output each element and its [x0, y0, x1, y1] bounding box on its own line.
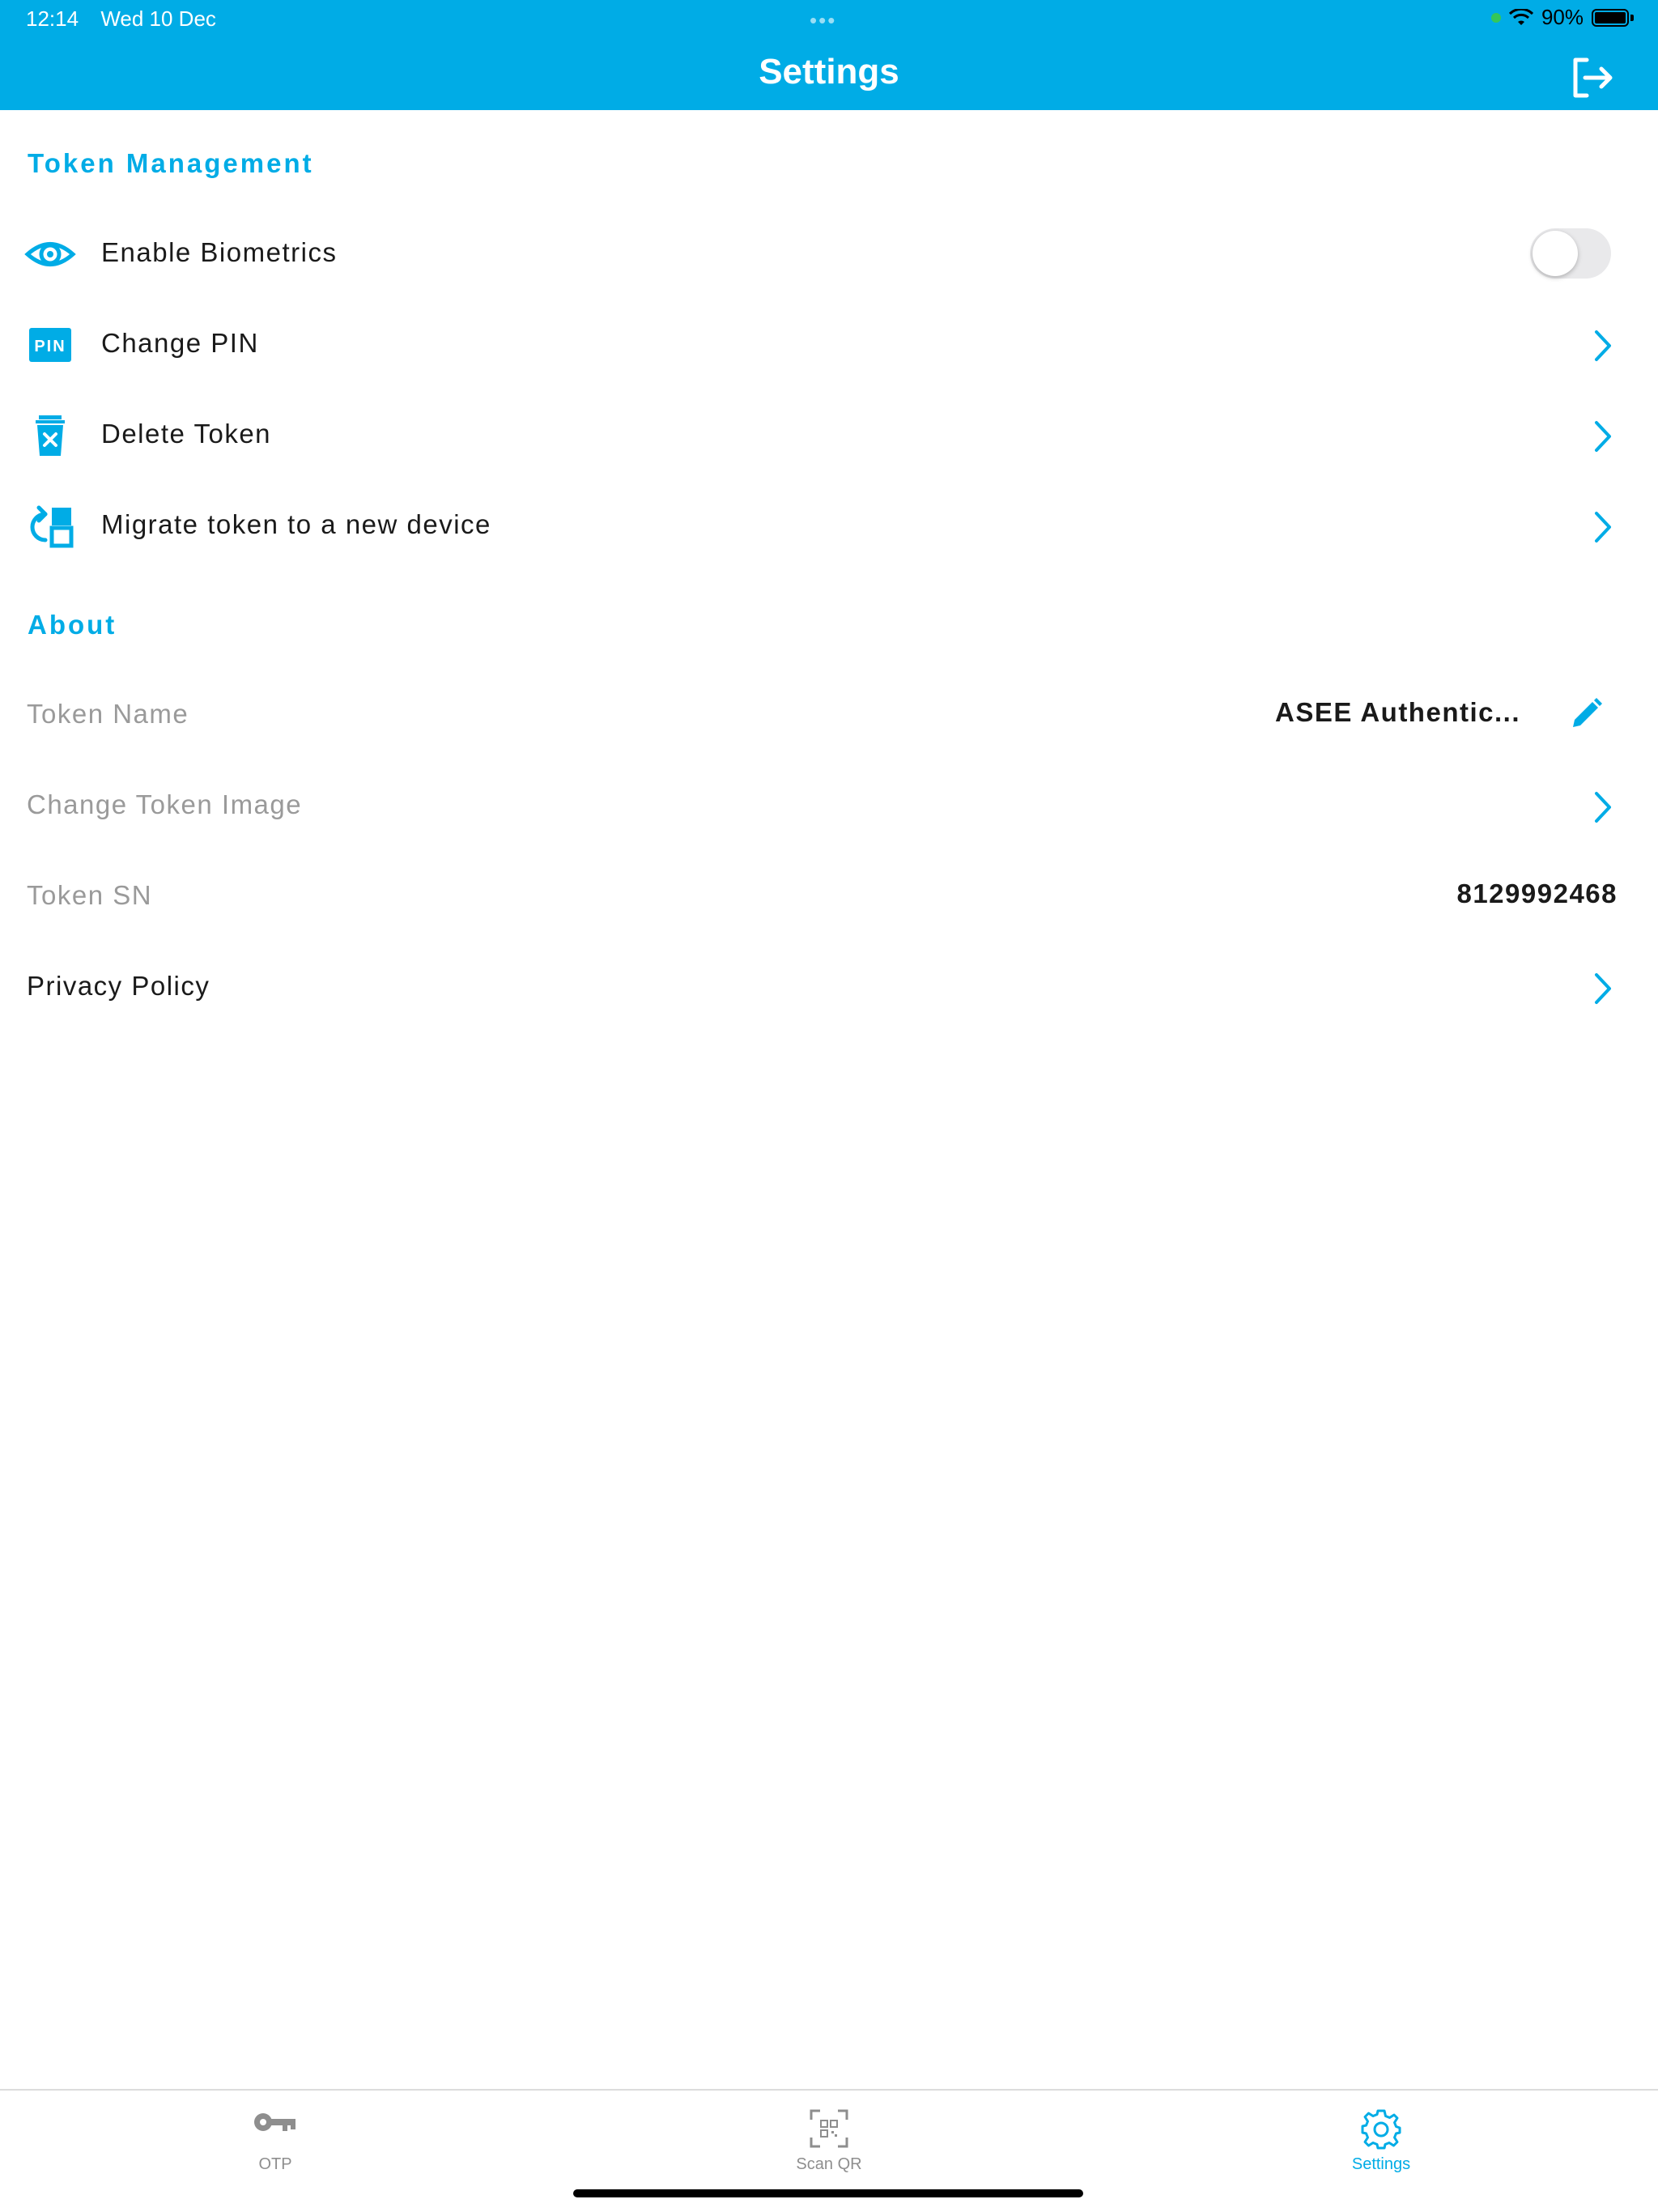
battery-icon: [1592, 8, 1629, 27]
status-time: 12:14: [26, 6, 79, 31]
migrate-token-label: Migrate token to a new device: [101, 509, 491, 539]
enable-biometrics-label: Enable Biometrics: [101, 237, 338, 267]
wifi-icon: [1508, 8, 1533, 25]
chevron-right-icon: [1595, 973, 1611, 1004]
tab-otp[interactable]: OTP: [154, 2091, 397, 2188]
status-bar-right: 90%: [1490, 5, 1634, 30]
change-pin-row[interactable]: PIN Change PIN: [0, 300, 1658, 390]
migrate-device-icon: [30, 505, 74, 548]
token-name-label: Token Name: [27, 699, 189, 729]
status-bar-left: 12:14 Wed 10 Dec: [26, 6, 232, 32]
delete-token-row[interactable]: Delete Token: [0, 390, 1658, 481]
change-token-image-row[interactable]: Change Token Image: [0, 761, 1658, 852]
svg-text:PIN: PIN: [34, 338, 66, 355]
chevron-right-icon: [1595, 421, 1611, 452]
biometrics-toggle[interactable]: [1530, 228, 1611, 279]
change-token-image-label: Change Token Image: [27, 789, 303, 819]
multitasking-dots[interactable]: •••: [810, 8, 836, 33]
section-title-token-management: Token Management: [28, 148, 314, 178]
qr-scan-icon: [810, 2109, 848, 2148]
token-name-value: ASEE Authentic...: [1275, 697, 1520, 727]
chevron-right-icon: [1595, 512, 1611, 542]
page-title: Settings: [759, 52, 899, 91]
eye-icon: [24, 242, 76, 266]
pencil-edit-icon[interactable]: [1567, 695, 1605, 734]
pin-icon: PIN: [29, 328, 71, 362]
change-pin-label: Change PIN: [101, 328, 259, 358]
home-indicator[interactable]: [573, 2189, 1083, 2197]
enable-biometrics-row: Enable Biometrics: [0, 209, 1658, 300]
token-sn-value: 8129992468: [1456, 878, 1618, 908]
migrate-token-row[interactable]: Migrate token to a new device: [0, 481, 1658, 572]
privacy-policy-row[interactable]: Privacy Policy: [0, 942, 1658, 1033]
tab-scan-qr[interactable]: Scan QR: [708, 2091, 950, 2188]
tab-settings-label: Settings: [1351, 2155, 1411, 2173]
tab-otp-label: OTP: [258, 2155, 292, 2173]
header-bar: 12:14 Wed 10 Dec ••• 90% Settings: [0, 0, 1658, 110]
chevron-right-icon: [1595, 330, 1611, 361]
section-title-about: About: [28, 610, 117, 640]
privacy-policy-label: Privacy Policy: [27, 971, 210, 1001]
key-icon: [254, 2113, 295, 2131]
token-sn-row: Token SN 8129992468: [0, 852, 1658, 942]
gear-icon: [1361, 2109, 1401, 2150]
delete-token-label: Delete Token: [101, 419, 272, 449]
camera-indicator-icon: [1490, 12, 1501, 23]
status-date: Wed 10 Dec: [100, 6, 216, 31]
tab-settings[interactable]: Settings: [1260, 2091, 1503, 2188]
battery-percent: 90%: [1541, 5, 1584, 29]
token-name-row: Token Name ASEE Authentic...: [0, 670, 1658, 761]
tab-scan-qr-label: Scan QR: [796, 2155, 862, 2173]
chevron-right-icon: [1595, 792, 1611, 823]
logout-icon[interactable]: [1569, 55, 1614, 100]
token-sn-label: Token SN: [27, 880, 153, 910]
trash-icon: [36, 415, 65, 456]
